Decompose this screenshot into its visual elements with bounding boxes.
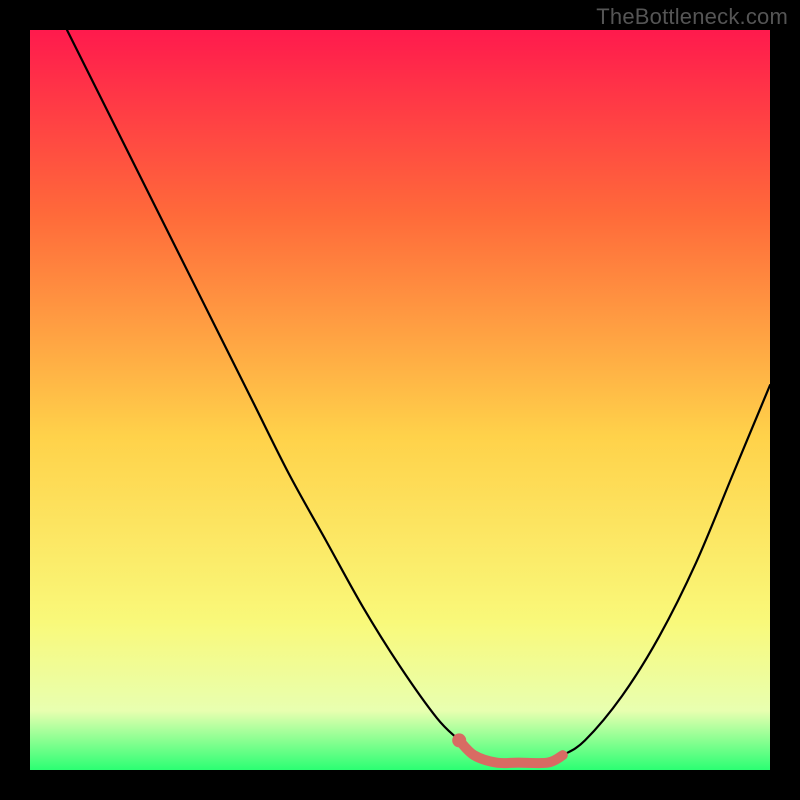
watermark-text: TheBottleneck.com (596, 4, 788, 30)
gradient-background (30, 30, 770, 770)
plot-area (30, 30, 770, 770)
highlight-dot (452, 733, 466, 747)
plot-svg (30, 30, 770, 770)
chart-frame: TheBottleneck.com (0, 0, 800, 800)
